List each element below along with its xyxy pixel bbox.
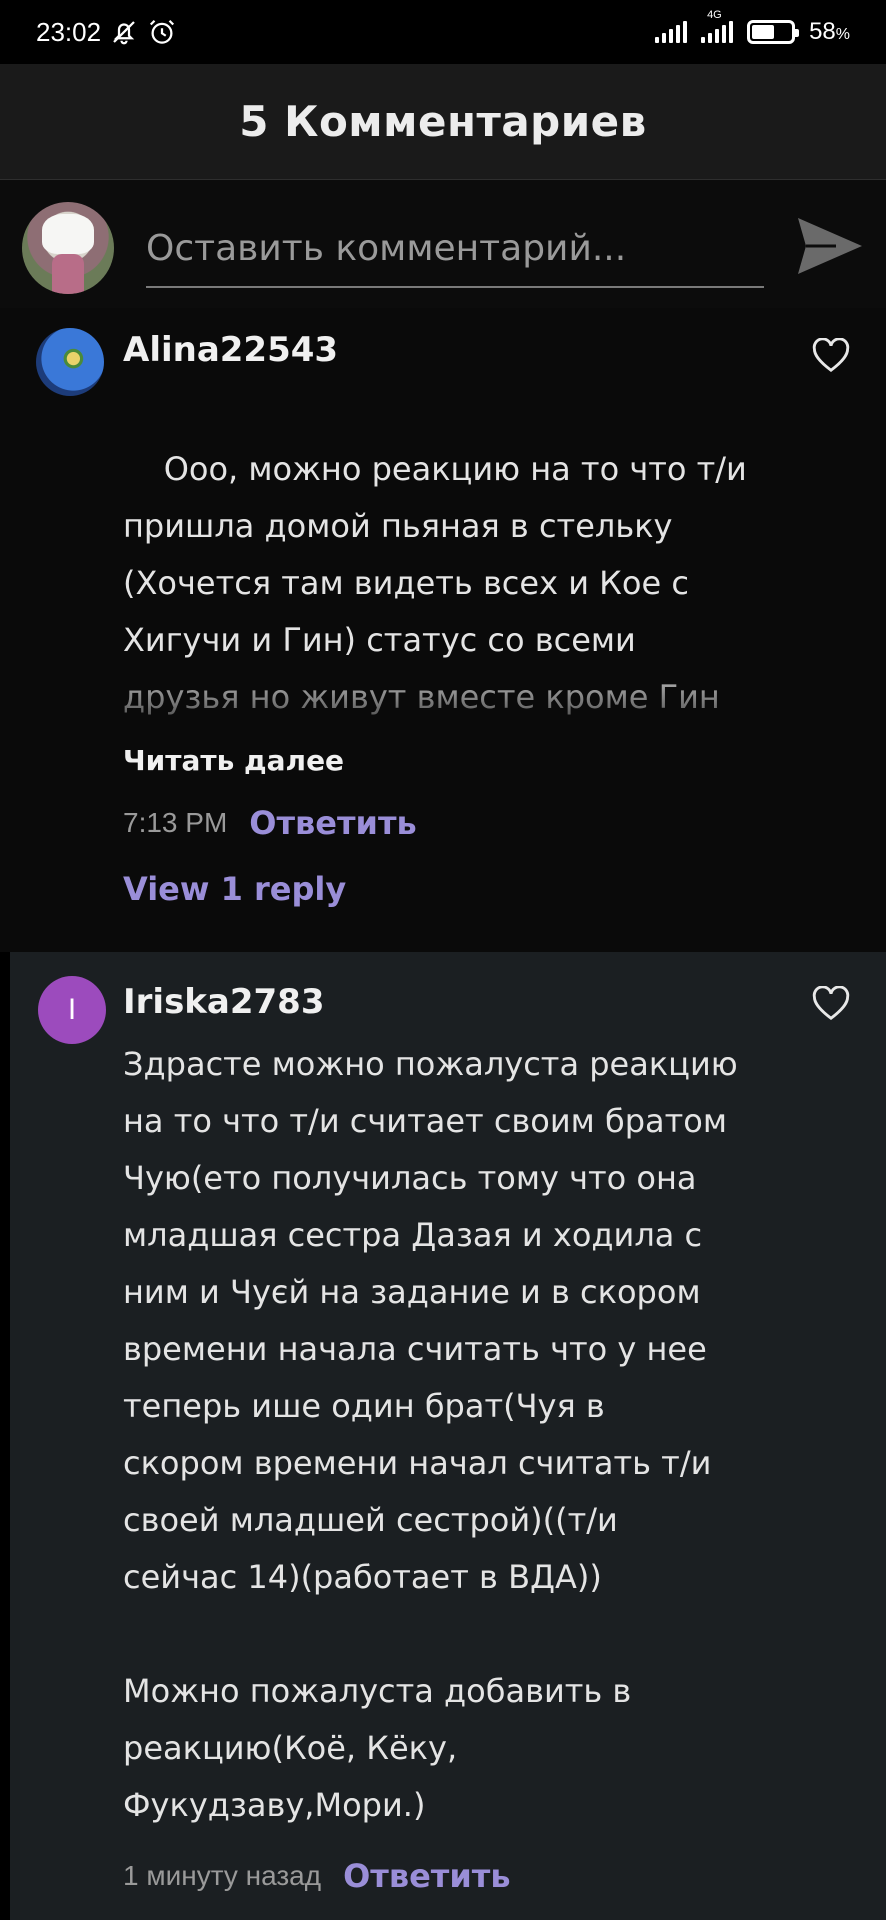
send-icon[interactable] xyxy=(796,216,864,276)
comment-time: 1 минуту назад xyxy=(123,1860,322,1891)
comments-header: 5 Комментариев xyxy=(0,64,886,180)
status-bar: 23:02 4G 58% xyxy=(0,0,886,64)
page-title: 5 Комментариев xyxy=(239,97,647,146)
battery-icon xyxy=(747,20,800,44)
user-avatar[interactable] xyxy=(36,328,104,396)
text-fade xyxy=(123,656,846,727)
read-more-link[interactable]: Читать далее xyxy=(123,741,846,781)
heart-outline-icon[interactable] xyxy=(812,986,850,1022)
alarm-icon xyxy=(150,19,175,44)
heart-outline-icon[interactable] xyxy=(812,338,850,374)
comment-item: I Iriska2783 Здрасте можно пожалуста реа… xyxy=(10,952,886,1920)
view-replies-link[interactable]: View 1 reply xyxy=(123,865,846,913)
comment-meta: 1 минуту назад Ответить xyxy=(123,1848,846,1904)
comment-meta: 7:13 PM Ответить xyxy=(123,795,846,851)
comment-input[interactable]: Оставить комментарий... xyxy=(146,210,764,288)
comment-time: 7:13 PM xyxy=(123,807,228,838)
comment-item: Alina22543 Ооо, можно реакцию на то что … xyxy=(0,308,886,952)
battery-percent: 58% xyxy=(809,18,850,45)
comment-username[interactable]: Iriska2783 xyxy=(123,976,846,1028)
lte-signal-icon: 4G xyxy=(701,9,734,43)
comment-username[interactable]: Alina22543 xyxy=(123,324,846,376)
reply-button[interactable]: Ответить xyxy=(249,804,416,842)
reply-button[interactable]: Ответить xyxy=(343,1857,510,1895)
comment-text: Ооо, можно реакцию на то что т/и пришла … xyxy=(123,384,846,727)
signal-icon xyxy=(655,21,688,43)
comment-text: Здрасте можно пожалуста реакцию на то чт… xyxy=(123,1045,738,1824)
status-time: 23:02 xyxy=(36,16,102,47)
user-avatar[interactable]: I xyxy=(38,976,106,1044)
current-user-avatar[interactable] xyxy=(22,202,114,294)
mute-bell-icon xyxy=(113,21,135,45)
comment-compose: Оставить комментарий... xyxy=(0,180,886,308)
network-tag: 4G xyxy=(707,9,722,21)
